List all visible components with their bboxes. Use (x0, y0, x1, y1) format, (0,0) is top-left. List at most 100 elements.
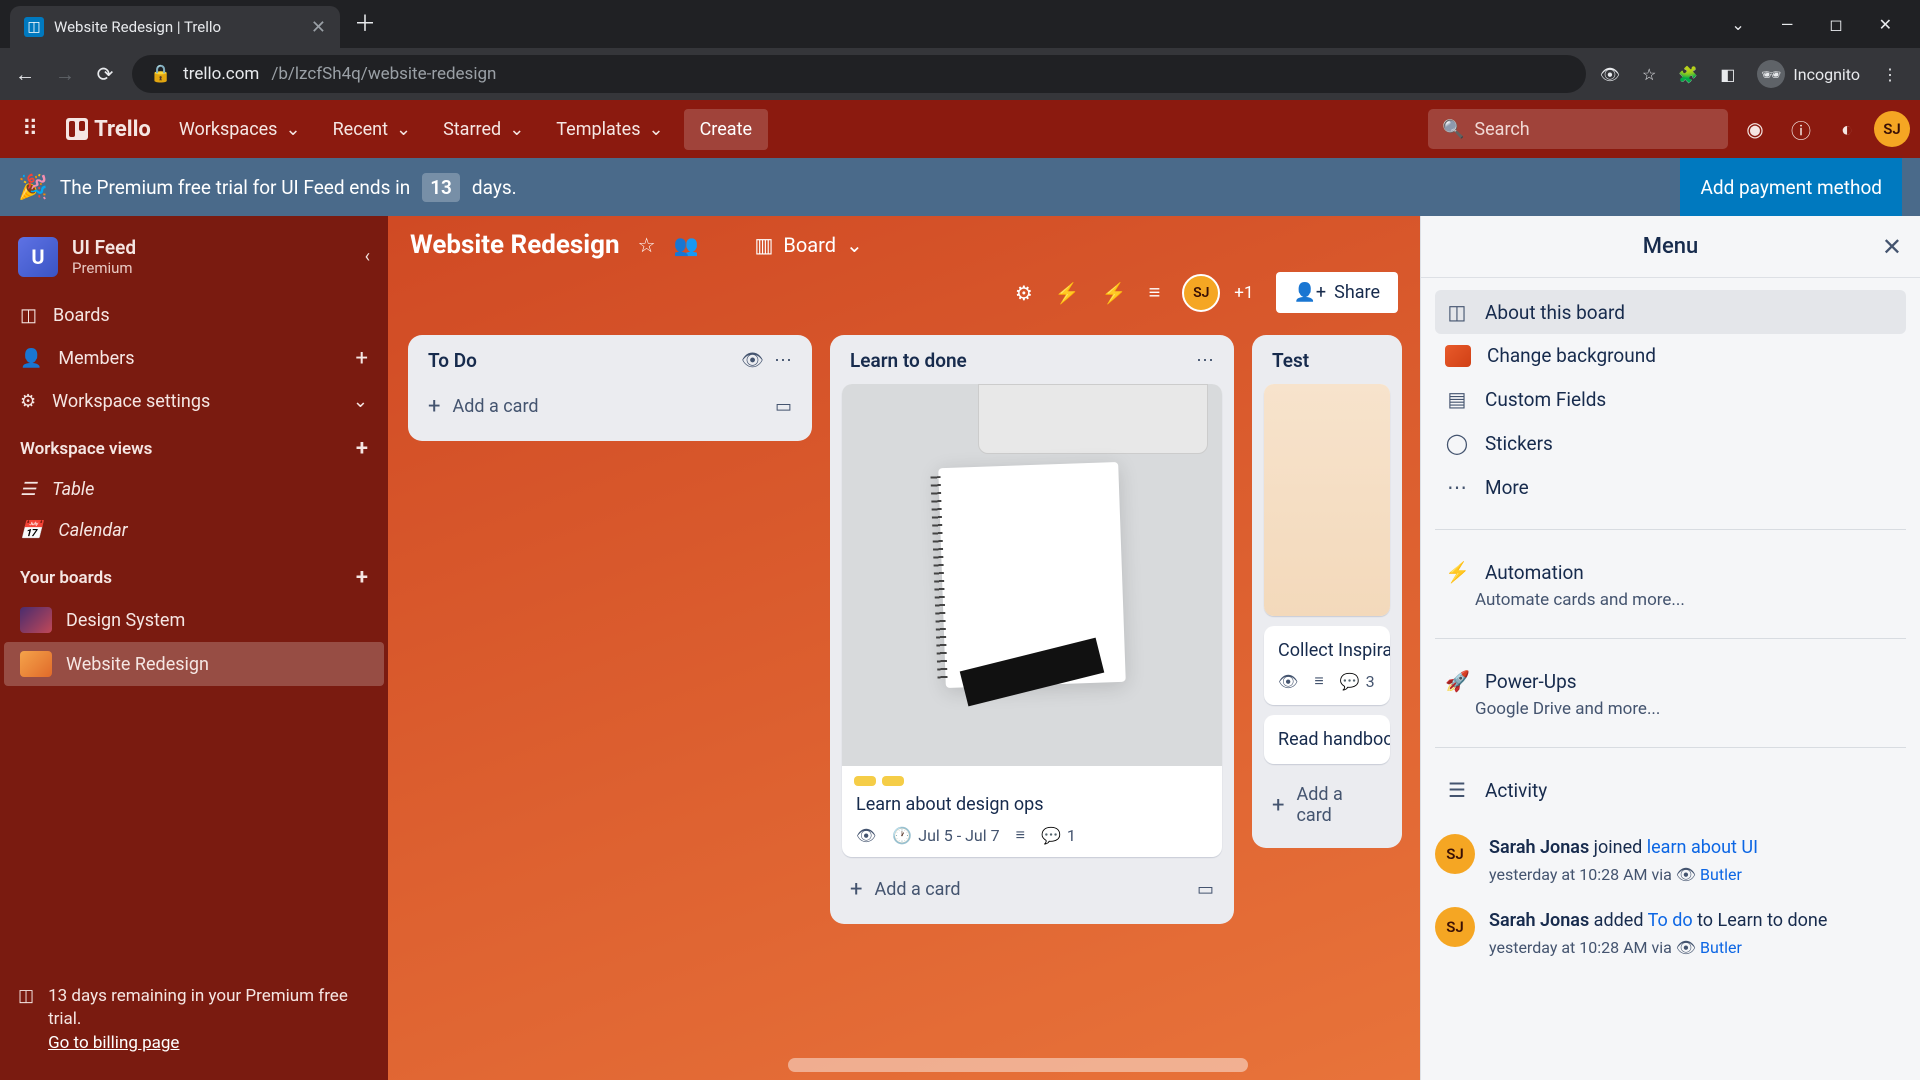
close-menu-icon[interactable]: ✕ (1882, 233, 1902, 261)
sidebar-boards[interactable]: ◫ Boards (0, 295, 388, 336)
card-collect-inspiration[interactable] (1264, 384, 1390, 616)
add-board-icon[interactable]: + (356, 565, 368, 590)
list-title[interactable]: Learn to done (850, 349, 1186, 372)
extensions-icon[interactable]: 🧩 (1678, 65, 1698, 84)
share-button[interactable]: 👤+ Share (1276, 272, 1399, 313)
list-title[interactable]: Test (1272, 349, 1382, 372)
automation-icon[interactable]: ⚡ (1055, 281, 1080, 305)
background-swatch-icon (1445, 345, 1471, 367)
browser-menu-icon[interactable]: ⋮ (1882, 65, 1898, 84)
account-avatar[interactable]: SJ (1874, 111, 1910, 147)
maximize-icon[interactable]: ◻ (1829, 15, 1842, 34)
card-collect-inspiration-body[interactable]: Collect Inspiration 👁 ≡ 💬 3 (1264, 626, 1390, 705)
billing-link[interactable]: Go to billing page (48, 1033, 179, 1053)
add-card-button[interactable]: + Add a card ▭ (420, 384, 800, 429)
close-window-icon[interactable]: ✕ (1879, 15, 1892, 34)
sidebar-members[interactable]: 👤 Members + (0, 336, 388, 381)
reload-button[interactable]: ⟳ (92, 62, 118, 86)
incognito-label: Incognito (1793, 65, 1860, 84)
menu-activity[interactable]: ☰ Activity (1435, 768, 1906, 812)
rocket-icon: 🚀 (1445, 669, 1469, 693)
recent-menu[interactable]: Recent⌄ (321, 111, 424, 148)
minimize-icon[interactable]: — (1781, 15, 1794, 34)
create-button[interactable]: Create (684, 109, 768, 150)
powerups-icon[interactable]: ⚙ (1015, 281, 1033, 305)
filter-icon[interactable]: ≡ (1149, 280, 1161, 305)
activity-avatar[interactable]: SJ (1435, 834, 1475, 874)
add-card-button[interactable]: + Add a card ▭ (842, 867, 1222, 912)
activity-via-link[interactable]: Butler (1700, 938, 1742, 957)
card-learn-design-ops[interactable]: Learn about design ops 👁 🕐 Jul 5 - Jul 7… (842, 384, 1222, 857)
search-icon: 🔍 (1442, 119, 1464, 140)
notifications-icon[interactable]: ◉ (1736, 110, 1774, 148)
member-avatar[interactable]: SJ (1182, 274, 1220, 312)
star-icon[interactable]: ☆ (638, 233, 656, 257)
templates-menu[interactable]: Templates⌄ (544, 111, 675, 148)
add-payment-button[interactable]: Add payment method (1680, 158, 1902, 216)
activity-avatar[interactable]: SJ (1435, 907, 1475, 947)
activity-via-link[interactable]: Butler (1700, 865, 1742, 884)
activity-link[interactable]: learn about UI (1647, 837, 1758, 858)
collapse-sidebar-icon[interactable]: ‹ (365, 246, 370, 267)
board-title[interactable]: Website Redesign (410, 230, 620, 260)
lists-container[interactable]: To Do 👁 ⋯ + Add a card ▭ Learn to done ⋯ (388, 327, 1420, 1080)
starred-menu[interactable]: Starred⌄ (431, 111, 536, 148)
add-member-icon[interactable]: + (356, 346, 368, 371)
sidebar-view-table[interactable]: ☰ Table (0, 469, 388, 510)
menu-divider (1435, 638, 1906, 639)
activity-link[interactable]: To do (1648, 910, 1693, 931)
menu-change-background[interactable]: Change background (1435, 334, 1906, 377)
back-button[interactable]: ← (12, 62, 38, 87)
forward-button[interactable]: → (52, 62, 78, 87)
trello-logo[interactable]: Trello (58, 117, 159, 142)
card-cover-image (842, 384, 1222, 766)
menu-about-board[interactable]: ◫ About this board (1435, 290, 1906, 334)
add-view-icon[interactable]: + (356, 436, 368, 461)
label-yellow[interactable] (854, 776, 876, 786)
tab-title: Website Redesign | Trello (54, 18, 301, 36)
template-icon[interactable]: ▭ (775, 396, 792, 417)
sidebar-settings[interactable]: ⚙ Workspace settings ⌄ (0, 381, 388, 422)
board-icon: ◫ (20, 305, 37, 326)
add-card-button[interactable]: + Add a card (1264, 774, 1390, 836)
search-input[interactable]: 🔍 Search (1428, 109, 1728, 149)
menu-custom-fields[interactable]: ▤ Custom Fields (1435, 377, 1906, 421)
sidebar-view-calendar[interactable]: 📅 Calendar (0, 510, 388, 551)
browser-tab[interactable]: ◫ Website Redesign | Trello ✕ (10, 6, 340, 48)
board-color-swatch (20, 607, 52, 633)
theme-icon[interactable]: ◐ (1828, 110, 1866, 148)
menu-powerups[interactable]: 🚀 Power-Ups (1435, 659, 1906, 703)
menu-automation[interactable]: ⚡ Automation (1435, 550, 1906, 594)
side-panel-icon[interactable]: ◧ (1720, 65, 1735, 84)
menu-stickers[interactable]: ◯ Stickers (1435, 421, 1906, 465)
close-tab-icon[interactable]: ✕ (311, 17, 326, 38)
tracking-protection-icon[interactable]: 👁 (1600, 65, 1620, 84)
label-yellow[interactable] (882, 776, 904, 786)
list-to-do: To Do 👁 ⋯ + Add a card ▭ (408, 335, 812, 441)
view-switcher[interactable]: ▥ Board ⌄ (754, 233, 862, 257)
card-read-handbook[interactable]: Read handbook (1264, 715, 1390, 764)
list-title[interactable]: To Do (428, 349, 731, 372)
template-icon[interactable]: ▭ (1197, 879, 1214, 900)
workspace-header[interactable]: U UI Feed Premium ‹ (0, 230, 388, 295)
list-menu-icon[interactable]: ⋯ (1196, 350, 1214, 371)
url-input[interactable]: 🔒 trello.com/b/lzcfSh4q/website-redesign (132, 55, 1586, 93)
new-tab-button[interactable]: ＋ (354, 6, 376, 38)
person-icon: 👤 (20, 348, 42, 369)
menu-more[interactable]: ⋯ More (1435, 465, 1906, 509)
tab-search-icon[interactable]: ⌄ (1731, 15, 1744, 34)
activity-suffix: to Learn to done (1693, 910, 1828, 931)
help-icon[interactable]: ⓘ (1782, 110, 1820, 148)
app-switcher-icon[interactable]: ⠿ (10, 109, 50, 150)
bookmark-icon[interactable]: ☆ (1642, 65, 1656, 84)
sidebar-board-website-redesign[interactable]: Website Redesign (4, 642, 384, 686)
incognito-badge[interactable]: 🕶 Incognito (1757, 60, 1860, 88)
workspaces-menu[interactable]: Workspaces⌄ (167, 111, 313, 148)
calendar-icon: 📅 (20, 520, 42, 541)
visibility-icon[interactable]: 👥 (674, 233, 699, 257)
list-menu-icon[interactable]: ⋯ (774, 350, 792, 371)
sidebar-board-design-system[interactable]: Design System (4, 598, 384, 642)
horizontal-scrollbar[interactable] (788, 1058, 1248, 1072)
bolt-icon[interactable]: ⚡ (1102, 281, 1127, 305)
watch-icon[interactable]: 👁 (741, 350, 764, 371)
